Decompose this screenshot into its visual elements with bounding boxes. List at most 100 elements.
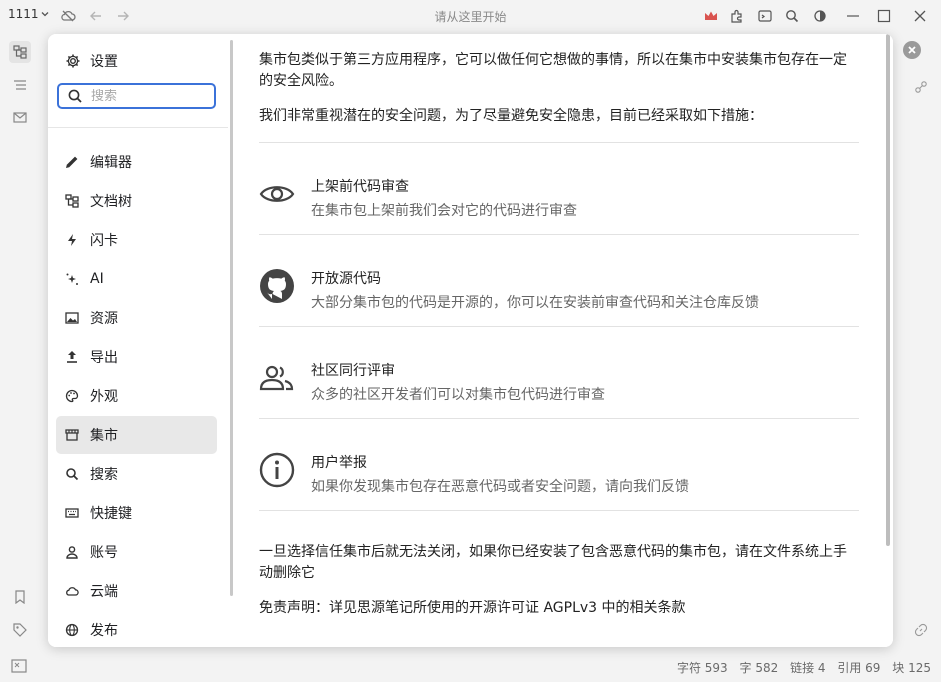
settings-nav: 设置 编辑器 文档树 闪卡 AI 资源 [48,34,234,647]
nav-item-label: 发布 [90,623,118,639]
nav-item-export[interactable]: 导出 [56,338,217,376]
nav-item-ai[interactable]: AI [56,260,217,298]
nav-item-label: 集市 [90,428,118,444]
close-window-icon[interactable] [910,6,930,26]
terminal-icon[interactable] [755,6,775,26]
palette-icon [64,388,80,404]
divider [259,142,859,143]
maximize-icon[interactable] [874,6,894,26]
settings-search[interactable] [57,83,216,109]
tag-dock-icon[interactable] [9,619,31,641]
inbox-dock-icon[interactable] [9,106,31,128]
nav-item-bazaar[interactable]: 集市 [56,416,217,454]
nav-item-label: 编辑器 [90,155,132,171]
doctree-icon [64,193,80,209]
nav-item-publish[interactable]: 发布 [56,611,217,647]
feature-title: 用户举报 [311,455,367,471]
feature-title: 开放源代码 [311,271,381,287]
nav-item-label: 云端 [90,584,118,600]
feature-desc: 如果你发现集市包存在恶意代码或者安全问题，请向我们反馈 [311,479,689,495]
nav-item-flashcard[interactable]: 闪卡 [56,221,217,259]
feature-desc: 众多的社区开发者们可以对集市包代码进行审查 [311,387,605,403]
feature-title: 上架前代码审查 [311,179,409,195]
lightning-icon [64,232,80,248]
eye-icon [259,176,295,212]
warning-text: 一旦选择信任集市后就无法关闭，如果你已经安装了包含恶意代码的集市包，请在文件系统… [259,542,859,584]
settings-title-label: 设置 [90,54,118,70]
nav-item-label: 资源 [90,311,118,327]
info-icon [259,452,295,488]
feature-desc: 在集市包上架前我们会对它的代码进行审查 [311,203,577,219]
content-scrollbar[interactable] [886,34,890,546]
nav-item-label: 闪卡 [90,233,118,249]
doctree-dock-icon[interactable] [9,41,31,63]
nav-divider [48,127,228,128]
crown-icon[interactable] [701,6,721,26]
nav-item-label: 搜索 [90,467,118,483]
divider [259,326,859,327]
divider [259,418,859,419]
search-icon [64,466,80,482]
status-counts: 字符 593 字 582 链接 4 引用 69 块 125 [669,659,931,676]
feature-open-source: 开放源代码 大部分集市包的代码是开源的，你可以在安装前审查代码和关注仓库反馈 [259,268,859,338]
settings-search-input[interactable] [91,88,201,104]
bookmark-dock-icon[interactable] [9,586,31,608]
github-icon [259,268,295,304]
warning-line-2: 动删除它 [259,565,315,581]
nav-scrollbar[interactable] [230,40,233,596]
feature-peer-review: 社区同行评审 众多的社区开发者们可以对集市包代码进行审查 [259,360,859,430]
settings-title: 设置 [64,51,118,71]
keyboard-icon [64,505,80,521]
dock-toggle-icon[interactable] [11,659,27,677]
bazaar-trust-panel: 集市包类似于第三方应用程序，它可以做任何它想做的事情，所以在集市中安装集市包存在… [235,34,893,647]
feature-report: 用户举报 如果你发现集市包存在恶意代码或者安全问题，请向我们反馈 [259,452,859,522]
pencil-icon [64,154,80,170]
word-count: 字 582 [739,661,779,675]
search-icon[interactable] [782,6,802,26]
nav-item-keymap[interactable]: 快捷键 [56,494,217,532]
gear-icon [64,52,82,70]
feature-title: 社区同行评审 [311,363,395,379]
nav-item-cloud[interactable]: 云端 [56,572,217,610]
image-icon [64,310,80,326]
dialog-close-button[interactable] [903,41,921,59]
nav-item-doctree[interactable]: 文档树 [56,182,217,220]
search-icon [67,88,83,104]
plugin-icon[interactable] [727,6,747,26]
store-icon [64,427,80,443]
nav-item-label: 导出 [90,350,118,366]
backlink-dock-icon[interactable] [911,620,931,640]
graph-dock-icon[interactable] [911,77,931,97]
nav-item-label: 外观 [90,389,118,405]
top-bar: 1111 请从这里开始 [0,0,941,32]
nav-item-label: 快捷键 [90,506,132,522]
nav-item-editor[interactable]: 编辑器 [56,143,217,181]
nav-item-label: AI [90,271,104,287]
upload-icon [64,349,80,365]
settings-dialog: 设置 编辑器 文档树 闪卡 AI 资源 [48,34,893,647]
cloud-icon [64,583,80,599]
nav-item-assets[interactable]: 资源 [56,299,217,337]
intro-text: 集市包类似于第三方应用程序，它可以做任何它想做的事情，所以在集市中安装集市包存在… [259,50,859,92]
outline-dock-icon[interactable] [9,74,31,96]
disclaimer-text: 免责声明：详见思源笔记所使用的开源许可证 AGPLv3 中的相关条款 [259,600,686,616]
feature-review: 上架前代码审查 在集市包上架前我们会对它的代码进行审查 [259,176,859,246]
globe-icon [64,622,80,638]
theme-icon[interactable] [810,6,830,26]
measures-text: 我们非常重视潜在的安全问题，为了尽量避免安全隐患，目前已经采取如下措施： [259,108,763,124]
char-count: 字符 593 [676,661,728,675]
nav-item-label: 账号 [90,545,118,561]
minimize-icon[interactable] [843,6,863,26]
user-icon [64,544,80,560]
intro-line-1: 集市包类似于第三方应用程序，它可以做任何它想做的事情，所以在集市中安装集市包存在… [259,52,847,68]
nav-item-account[interactable]: 账号 [56,533,217,571]
nav-item-search[interactable]: 搜索 [56,455,217,493]
status-bar: 字符 593 字 582 链接 4 引用 69 块 125 [0,652,941,682]
nav-item-label: 文档树 [90,194,132,210]
warning-line-1: 一旦选择信任集市后就无法关闭，如果你已经安装了包含恶意代码的集市包，请在文件系统… [259,544,847,560]
users-icon [259,360,295,396]
feature-desc: 大部分集市包的代码是开源的，你可以在安装前审查代码和关注仓库反馈 [311,295,759,311]
intro-line-2: 的安全风险。 [259,73,343,89]
divider [259,234,859,235]
nav-item-appearance[interactable]: 外观 [56,377,217,415]
